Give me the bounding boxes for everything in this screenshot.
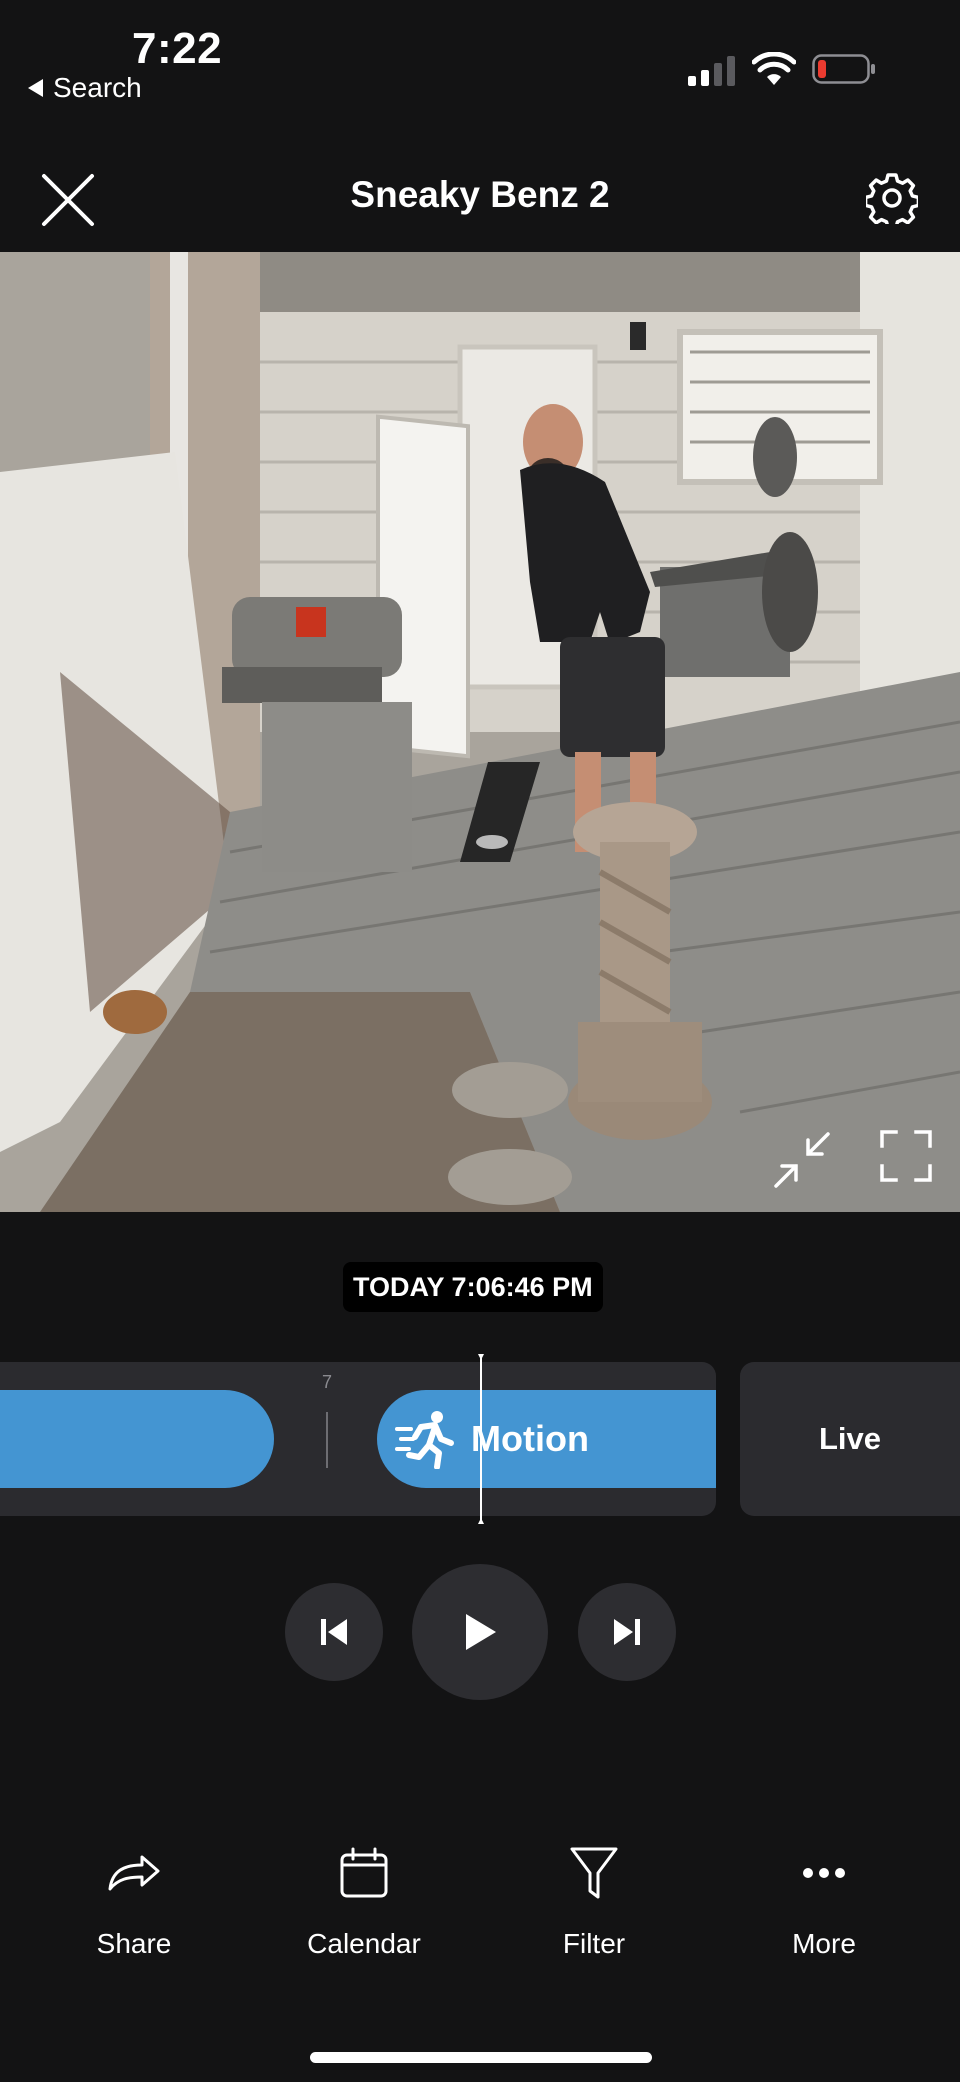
minimize-icon[interactable] xyxy=(772,1130,832,1190)
live-button[interactable]: Live xyxy=(740,1362,960,1516)
recording-timestamp: TODAY 7:06:46 PM xyxy=(343,1262,603,1312)
video-player[interactable] xyxy=(0,252,960,1212)
more-label: More xyxy=(792,1928,856,1959)
skip-previous-icon xyxy=(321,1619,347,1645)
gear-icon[interactable] xyxy=(866,172,918,224)
calendar-label: Calendar xyxy=(307,1928,421,1959)
timeline-playhead[interactable] xyxy=(478,1354,484,1524)
share-icon xyxy=(108,1855,160,1891)
filter-label: Filter xyxy=(562,1928,626,1959)
back-to-search[interactable]: Search xyxy=(28,72,142,104)
wifi-icon xyxy=(752,52,796,85)
running-person-icon xyxy=(395,1411,454,1469)
home-indicator[interactable] xyxy=(310,2052,652,2063)
status-time: 7:22 xyxy=(132,24,223,73)
share-label: Share xyxy=(96,1928,172,1959)
battery-icon xyxy=(812,54,875,84)
motion-event-segment[interactable]: Motion xyxy=(377,1390,716,1488)
filter-tab[interactable]: Filter xyxy=(504,1840,684,1960)
fullscreen-icon[interactable] xyxy=(880,1130,932,1182)
calendar-tab[interactable]: Calendar xyxy=(274,1840,454,1960)
skip-next-icon xyxy=(614,1619,640,1645)
previous-event-segment[interactable] xyxy=(0,1390,274,1488)
cellular-signal-icon xyxy=(688,54,738,86)
timeline-hour-divider xyxy=(326,1412,328,1468)
calendar-icon xyxy=(340,1847,388,1898)
skip-next-button[interactable] xyxy=(578,1583,676,1681)
play-button[interactable] xyxy=(412,1564,548,1700)
share-tab[interactable]: Share xyxy=(44,1840,224,1960)
back-label: Search xyxy=(53,72,142,103)
more-icon xyxy=(803,1868,845,1878)
filter-icon xyxy=(570,1847,618,1899)
motion-label: Motion xyxy=(471,1418,589,1459)
back-arrow-icon xyxy=(28,79,43,97)
camera-frame xyxy=(0,252,960,1212)
page-title: Sneaky Benz 2 xyxy=(350,174,610,215)
play-icon xyxy=(466,1614,496,1650)
skip-previous-button[interactable] xyxy=(285,1583,383,1681)
timeline-hour-label: 7 xyxy=(321,1372,332,1392)
more-tab[interactable]: More xyxy=(734,1840,914,1960)
